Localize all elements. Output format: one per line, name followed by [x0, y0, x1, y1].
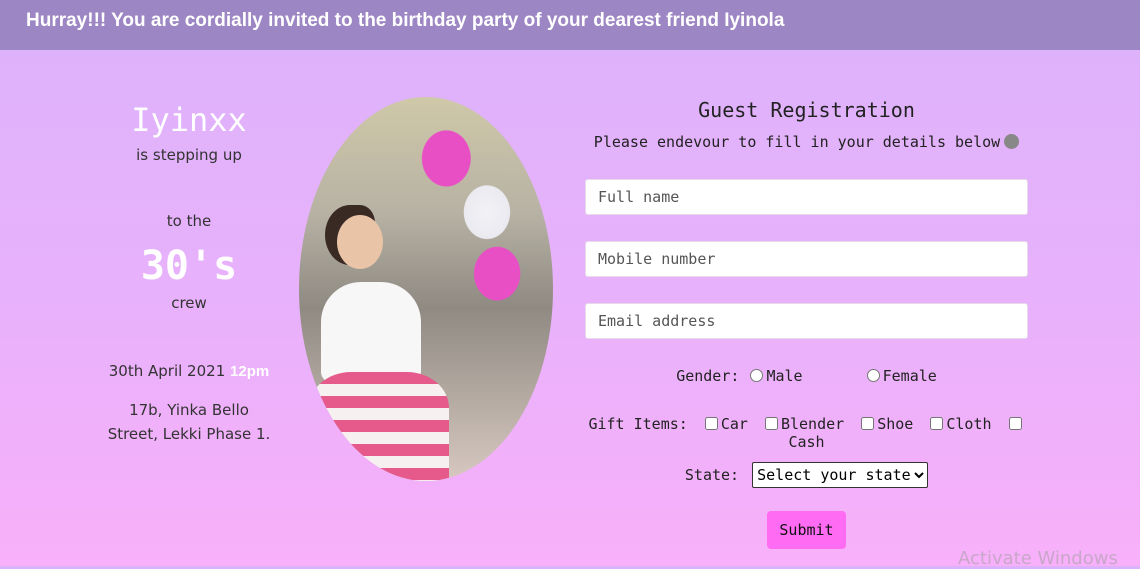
state-label: State: — [684, 466, 740, 484]
event-date: 30th April 2021 12pm — [60, 362, 318, 380]
celebrant-name: Iyinxx — [131, 101, 247, 139]
invitation-details: Iyinxx is stepping up to the 30's crew 3… — [60, 98, 318, 446]
gender-label: Gender: — [676, 367, 740, 385]
smile-emoji-icon — [1004, 134, 1020, 149]
gender-male-radio[interactable] — [750, 369, 764, 382]
gift-cloth-checkbox[interactable] — [930, 417, 944, 430]
address-line-1: 17b, Yinka Bello — [129, 401, 249, 419]
gift-shoe-label: Shoe — [877, 415, 914, 433]
event-address: 17b, Yinka Bello Street, Lekki Phase 1. — [60, 398, 318, 446]
gift-blender-label: Blender — [780, 415, 845, 433]
form-title: Guest Registration — [698, 98, 915, 122]
email-address-input[interactable] — [585, 303, 1028, 339]
gift-car-label: Car — [720, 415, 748, 433]
crew-text: crew — [171, 294, 207, 312]
photo-skirt — [309, 372, 449, 481]
celebrant-photo — [299, 97, 553, 481]
gift-cloth-label: Cloth — [946, 415, 992, 433]
gift-cash-checkbox[interactable] — [1008, 417, 1022, 430]
gift-shoe-checkbox[interactable] — [861, 417, 875, 430]
form-subtitle-text: Please endevour to fill in your details … — [593, 133, 1001, 151]
gift-items-label: Gift Items: — [588, 415, 688, 433]
photo-top — [321, 282, 421, 382]
invitation-banner: Hurray!!! You are cordially invited to t… — [0, 0, 1140, 50]
age-text: 30's — [140, 243, 238, 289]
full-name-input[interactable] — [585, 179, 1028, 215]
mobile-number-input[interactable] — [585, 241, 1028, 277]
address-line-2: Street, Lekki Phase 1. — [107, 425, 271, 443]
submit-button[interactable]: Submit — [767, 511, 846, 549]
form-subtitle: Please endevour to fill in your details … — [585, 133, 1028, 151]
gender-row: Gender: Male Female — [585, 367, 1028, 385]
banner-text: Hurray!!! You are cordially invited to t… — [26, 10, 785, 31]
to-the-text: to the — [166, 212, 212, 230]
stepping-text: is stepping up — [136, 146, 242, 164]
photo-head — [337, 215, 383, 269]
date-text: 30th April 2021 — [108, 362, 226, 380]
state-row: State: Select your state — [585, 462, 1028, 488]
time-text: 12pm — [230, 363, 270, 380]
gift-car-checkbox[interactable] — [704, 417, 718, 430]
gender-female-label: Female — [882, 367, 937, 385]
state-select[interactable]: Select your state — [752, 462, 929, 488]
gift-cash-label: Cash — [788, 433, 825, 451]
gender-female-radio[interactable] — [866, 369, 880, 382]
gift-items-row: Gift Items: Car Blender Shoe Cloth Cash — [585, 415, 1028, 451]
gift-blender-checkbox[interactable] — [764, 417, 778, 430]
gender-male-label: Male — [766, 367, 803, 385]
